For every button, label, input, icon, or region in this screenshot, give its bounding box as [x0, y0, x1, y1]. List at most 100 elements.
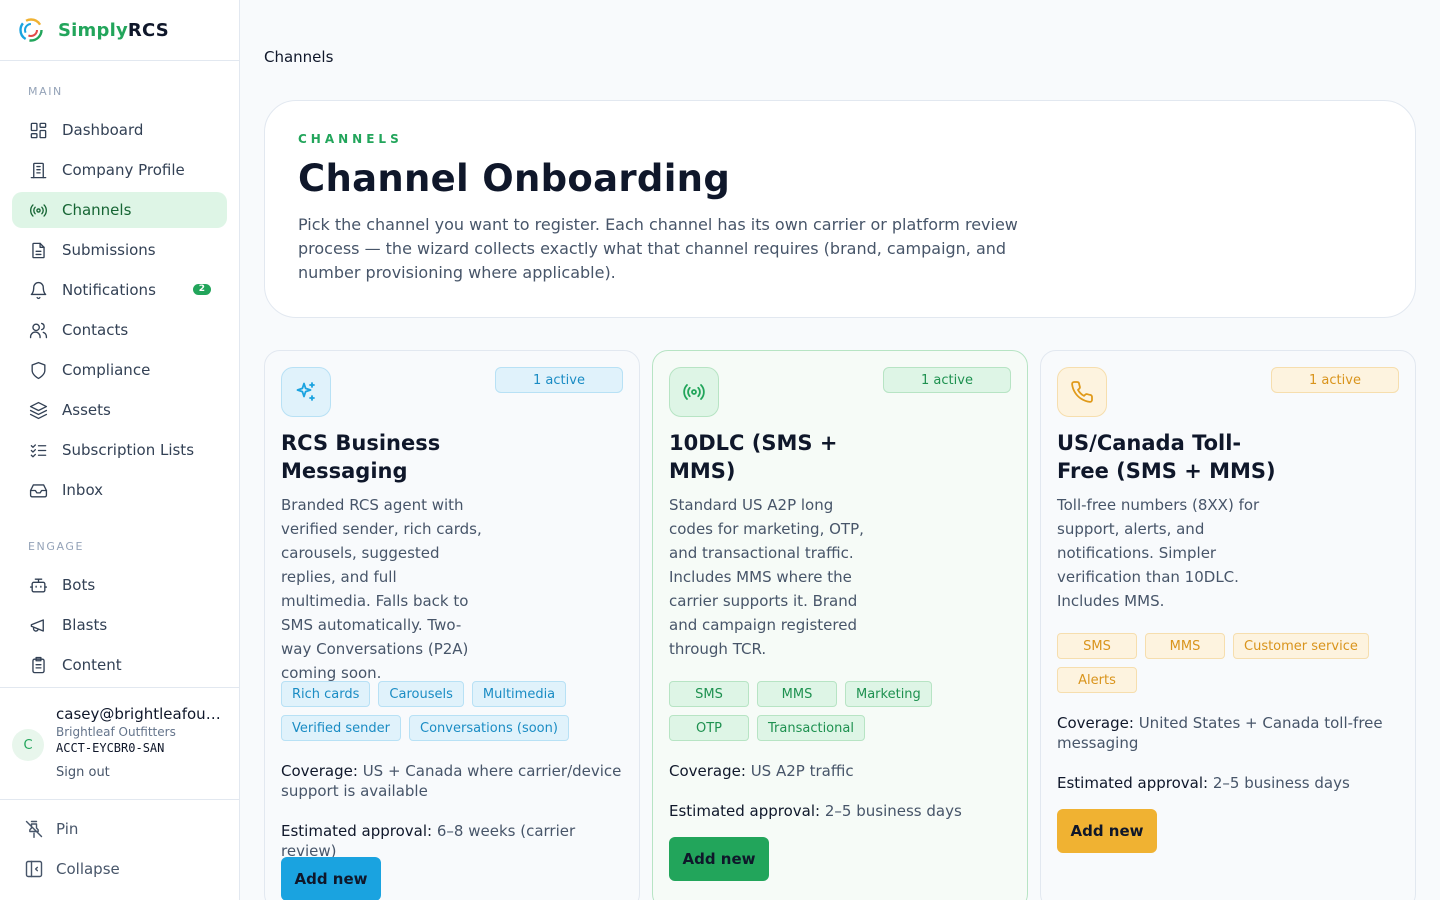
sidebar-item-dashboard[interactable]: Dashboard	[12, 112, 227, 148]
pin-button[interactable]: Pin	[24, 819, 78, 839]
channel-card-rcs: 1 active RCS Business Messaging Branded …	[264, 350, 640, 900]
approval-info: Estimated approval: 2–5 business days	[1057, 773, 1402, 793]
tag: Marketing	[845, 681, 932, 707]
tag: Alerts	[1057, 667, 1137, 693]
sidebar-item-label: Compliance	[62, 361, 151, 379]
tag: SMS	[669, 681, 749, 707]
sidebar-item-label: Inbox	[62, 481, 104, 499]
phone-icon	[1057, 367, 1107, 417]
approval-value: 2–5 business days	[1212, 774, 1350, 792]
tag: SMS	[1057, 633, 1137, 659]
sidebar-item-company-profile[interactable]: Company Profile	[12, 152, 227, 188]
coverage-value: US A2P traffic	[750, 762, 854, 780]
notification-count-badge: 2	[192, 284, 211, 295]
shield-icon	[28, 360, 48, 380]
tag: Rich cards	[281, 681, 371, 707]
document-icon	[28, 240, 48, 260]
sidebar-item-subscription-lists[interactable]: Subscription Lists	[12, 432, 227, 468]
tag: OTP	[669, 715, 749, 741]
collapse-button[interactable]: Collapse	[24, 859, 120, 879]
approval-label: Estimated approval:	[669, 802, 821, 820]
collapse-label: Collapse	[56, 860, 120, 878]
sidebar-item-label: Contacts	[62, 321, 129, 339]
tag: Customer service	[1233, 633, 1369, 659]
approval-value: 2–5 business days	[824, 802, 962, 820]
sidebar-item-contacts[interactable]: Contacts	[12, 312, 227, 348]
coverage-info: Coverage: US A2P traffic	[669, 761, 1014, 781]
channel-card-toll-free: 1 active US/Canada Toll-Free (SMS + MMS)…	[1040, 350, 1416, 900]
avatar[interactable]: C	[12, 729, 44, 761]
approval-info: Estimated approval: 2–5 business days	[669, 801, 1014, 821]
tag: Verified sender	[281, 715, 402, 741]
layers-icon	[28, 400, 48, 420]
user-org: Brightleaf Outfitters	[56, 725, 176, 739]
card-title: US/Canada Toll-Free (SMS + MMS)	[1057, 431, 1276, 483]
brand[interactable]: SimplyRCS	[0, 0, 239, 61]
sidebar-item-inbox[interactable]: Inbox	[12, 472, 227, 508]
active-count-badge: 1 active	[495, 367, 623, 393]
user-block: C casey@brightleafoutfitters.com Brightl…	[0, 687, 239, 800]
tag-list: Rich cards Carousels Multimedia Verified…	[281, 681, 621, 741]
tag: MMS	[757, 681, 837, 707]
sidebar-item-content[interactable]: Content	[12, 647, 227, 683]
active-count-badge: 1 active	[1271, 367, 1399, 393]
sidebar-item-compliance[interactable]: Compliance	[12, 352, 227, 388]
user-account-id: ACCT-EYCBR0-SAN	[56, 741, 165, 755]
add-new-button[interactable]: Add new	[669, 837, 769, 881]
nav-section-main: MAIN	[28, 85, 63, 98]
sidebar-item-bots[interactable]: Bots	[12, 567, 227, 603]
sidebar: SimplyRCS MAIN Dashboard Company Profile…	[0, 0, 240, 900]
nav-section-engage: ENGAGE	[28, 540, 85, 553]
panel-collapse-icon	[25, 860, 43, 878]
sign-out-link[interactable]: Sign out	[56, 765, 110, 780]
brand-name: SimplyRCS	[58, 20, 169, 41]
hero-eyebrow: CHANNELS	[298, 132, 403, 146]
pin-label: Pin	[56, 820, 79, 838]
card-title: 10DLC (SMS + MMS)	[669, 431, 838, 483]
coverage-label: Coverage:	[1057, 714, 1134, 732]
inbox-icon	[28, 480, 48, 500]
sidebar-item-channels[interactable]: Channels	[12, 192, 227, 228]
sidebar-item-label: Content	[62, 656, 122, 674]
sidebar-item-label: Notifications	[62, 281, 156, 299]
megaphone-icon	[28, 615, 48, 635]
breadcrumb: Channels	[264, 48, 334, 66]
approval-info: Estimated approval: 6–8 weeks (carrier r…	[281, 821, 626, 861]
approval-label: Estimated approval:	[281, 822, 433, 840]
add-new-button[interactable]: Add new	[1057, 809, 1157, 853]
tag: Conversations (soon)	[409, 715, 569, 741]
sidebar-item-label: Dashboard	[62, 121, 144, 139]
page-title: Channel Onboarding	[298, 157, 731, 200]
bell-icon	[28, 280, 48, 300]
pin-off-icon	[25, 820, 43, 839]
checklist-icon	[28, 440, 48, 460]
brand-name-part1: Simply	[58, 19, 128, 41]
sidebar-item-label: Submissions	[62, 241, 156, 259]
brand-name-part2: RCS	[127, 19, 169, 41]
sidebar-item-notifications[interactable]: Notifications 2	[12, 272, 227, 308]
card-description: Toll-free numbers (8XX) for support, ale…	[1057, 496, 1260, 610]
tag: Transactional	[757, 715, 865, 741]
sidebar-item-label: Blasts	[62, 616, 108, 634]
coverage-label: Coverage:	[281, 762, 358, 780]
active-count-badge: 1 active	[883, 367, 1011, 393]
users-icon	[28, 320, 48, 340]
sidebar-item-submissions[interactable]: Submissions	[12, 232, 227, 268]
sidebar-item-label: Company Profile	[62, 161, 185, 179]
sidebar-item-blasts[interactable]: Blasts	[12, 607, 227, 643]
sidebar-item-assets[interactable]: Assets	[12, 392, 227, 428]
tag: Carousels	[378, 681, 464, 707]
hero-description: Pick the channel you want to register. E…	[298, 215, 1018, 282]
sparkles-icon	[281, 367, 331, 417]
bot-icon	[28, 575, 48, 595]
tag: MMS	[1145, 633, 1225, 659]
building-icon	[28, 160, 48, 180]
clipboard-icon	[28, 655, 48, 675]
channel-card-10dlc: 1 active 10DLC (SMS + MMS) Standard US A…	[652, 350, 1028, 900]
card-title: RCS Business Messaging	[281, 431, 441, 483]
add-new-button[interactable]: Add new	[281, 857, 381, 900]
dashboard-icon	[28, 120, 48, 140]
sidebar-item-label: Bots	[62, 576, 96, 594]
hero-panel: CHANNELS Channel Onboarding Pick the cha…	[264, 100, 1416, 318]
approval-label: Estimated approval:	[1057, 774, 1209, 792]
